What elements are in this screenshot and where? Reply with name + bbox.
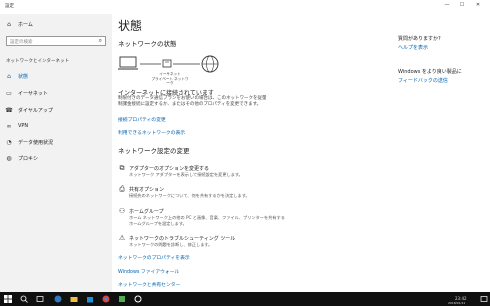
network-sharing-center-link[interactable]: ネットワークと共有センター [118, 281, 180, 288]
search-icon: ⌕ [98, 37, 102, 44]
home-globe-icon: ⌂ [7, 72, 11, 80]
connected-description: 制限付きのデータ通信プランをお使いの場合は、このネットワークを従量 制課金接続に… [118, 96, 308, 108]
connected-desc-line2: 制課金接続に設定するか、またはその他のプロパティを変更できます。 [118, 102, 262, 107]
ethernet-connector-icon [162, 59, 172, 68]
sidebar-item-status[interactable]: ⌂ 状態 [0, 70, 112, 82]
homegroup-icon: ⚇ [118, 207, 126, 215]
search-input[interactable]: 設定の検索 ⌕ [6, 36, 106, 46]
vpn-icon: ∞ [6, 122, 12, 130]
adapter-options-desc: ネットワーク アダプターを表示して接続設定を変更します。 [129, 172, 243, 177]
app-icon[interactable] [118, 295, 126, 303]
sidebar-item-label: プロキシ [18, 155, 39, 162]
help-link[interactable]: ヘルプを表示 [398, 44, 428, 51]
file-explorer-icon[interactable] [70, 295, 78, 303]
feedback-link[interactable]: フィードバックの送信 [398, 77, 448, 84]
question-heading: 質問がありますか? [398, 36, 441, 42]
sharing-options-desc: 接続先のネットワークについて、何を共有するかを決定します。 [129, 193, 250, 198]
data-usage-icon: ◔ [6, 138, 12, 146]
improve-heading: Windows をより良い製品に [398, 69, 462, 75]
title-bar: 設定 — ☐ ✕ [0, 0, 490, 14]
pc-icon [118, 56, 138, 70]
sidebar-item-proxy[interactable]: ◍ プロキシ [0, 152, 112, 164]
sidebar-item-label: ダイヤルアップ [18, 107, 53, 114]
search-icon[interactable] [20, 295, 28, 303]
change-settings-heading: ネットワーク設定の変更 [118, 147, 190, 155]
sidebar-home[interactable]: ⌂ ホーム [0, 18, 112, 30]
diagram-labels: イーサネット プライベート ネットワーク [150, 72, 190, 86]
window-title: 設定 [5, 4, 14, 9]
sidebar-item-label: 状態 [18, 73, 29, 80]
close-button[interactable]: ✕ [472, 2, 484, 8]
sidebar-item-label: VPN [18, 123, 29, 129]
globe-icon: ◍ [6, 154, 12, 162]
ethernet-icon: ▭ [6, 89, 12, 97]
maximize-button[interactable]: ☐ [456, 2, 468, 8]
settings-app-icon[interactable] [134, 295, 142, 303]
home-icon: ⌂ [7, 20, 11, 28]
sidebar-item-dialup[interactable]: ☎ ダイヤルアップ [0, 104, 112, 116]
edge-icon[interactable] [54, 295, 62, 303]
notification-icon[interactable] [480, 295, 488, 303]
change-connection-properties-link[interactable]: 接続プロパティの変更 [118, 116, 166, 123]
warning-icon: ⚠ [118, 234, 126, 242]
minimize-button[interactable]: — [441, 2, 453, 8]
taskbar: 23:42 2018/01/11 [0, 292, 490, 306]
chrome-icon[interactable] [102, 295, 110, 303]
store-icon[interactable] [86, 295, 94, 303]
internet-globe-icon [201, 55, 219, 73]
sharing-options-title[interactable]: 共有オプション [129, 186, 164, 193]
sidebar-item-vpn[interactable]: ∞ VPN [0, 120, 112, 132]
sharing-icon: ⎙ [119, 185, 125, 193]
sidebar-item-ethernet[interactable]: ▭ イーサネット [0, 87, 112, 99]
windows-start-icon[interactable] [4, 295, 12, 303]
troubleshooter-title[interactable]: ネットワークのトラブルシューティング ツール [129, 235, 235, 242]
adapter-icon: ⧉ [119, 164, 125, 172]
task-view-icon[interactable] [36, 295, 44, 303]
sidebar-item-data-usage[interactable]: ◔ データ使用状況 [0, 136, 112, 148]
sidebar-section-header: ネットワークとインターネット [6, 59, 69, 64]
phone-icon: ☎ [5, 106, 13, 114]
adapter-options-title[interactable]: アダプターのオプションを変更する [129, 165, 209, 172]
view-network-properties-link[interactable]: ネットワークのプロパティを表示 [118, 254, 190, 261]
sidebar-home-label: ホーム [18, 21, 33, 28]
troubleshooter-desc: ネットワークの問題を診断し、修正します。 [129, 242, 213, 247]
page-title: 状態 [118, 19, 143, 33]
clock-date[interactable]: 2018/01/11 [448, 301, 465, 305]
network-status-heading: ネットワークの状態 [118, 40, 177, 48]
homegroup-title[interactable]: ホームグループ [129, 208, 164, 215]
sidebar-item-label: イーサネット [18, 90, 48, 97]
diagram-label-network: プライベート ネットワーク [151, 76, 189, 86]
sidebar-item-label: データ使用状況 [18, 139, 54, 146]
show-available-networks-link[interactable]: 利用できるネットワークの表示 [118, 129, 185, 136]
windows-firewall-link[interactable]: Windows ファイアウォール [118, 268, 179, 275]
search-placeholder: 設定の検索 [10, 39, 33, 45]
homegroup-desc-2: ホームグループを設定します。 [129, 221, 187, 226]
